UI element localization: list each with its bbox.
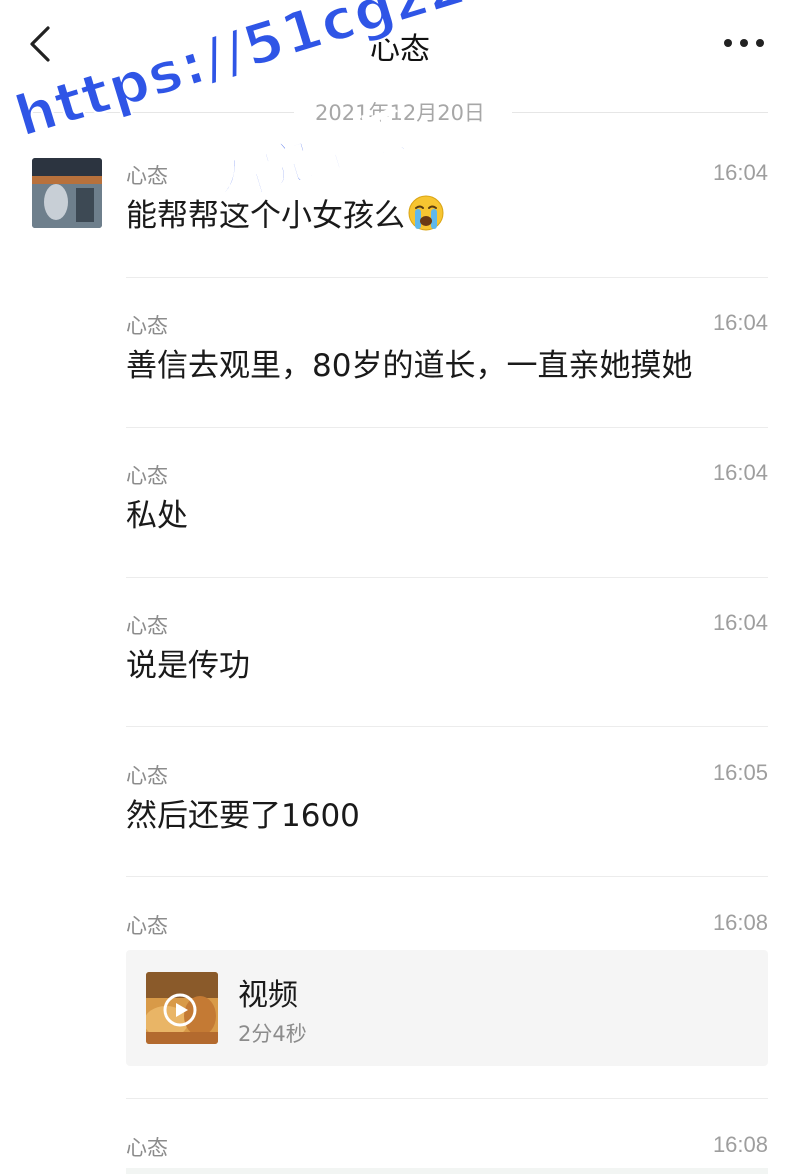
message-separator	[126, 1098, 768, 1099]
more-button[interactable]	[724, 28, 764, 58]
message-time: 16:04	[712, 460, 768, 485]
message-separator	[126, 427, 768, 428]
message-item[interactable]: 心态 16:04 私处	[126, 460, 768, 578]
message-time: 16:04	[712, 310, 768, 335]
message-separator	[126, 277, 768, 278]
message-separator	[126, 577, 768, 578]
video-duration: 2分4秒	[238, 1022, 307, 1046]
message-item[interactable]: 心态 16:04 善信去观里，80岁的道长，一直亲她摸她	[126, 310, 768, 428]
divider-line	[512, 112, 768, 113]
message-time: 16:04	[712, 160, 768, 185]
more-dots-icon	[724, 39, 732, 47]
message-text-content: 能帮帮这个小女孩么	[126, 198, 405, 234]
video-thumbnail	[146, 972, 218, 1044]
video-title: 视频	[238, 978, 298, 1013]
message-separator	[126, 726, 768, 727]
message-bubble-partial	[126, 1168, 768, 1174]
message-time: 16:04	[712, 610, 768, 635]
page-title: 心态	[370, 32, 430, 67]
sender-name: 心态	[126, 914, 168, 938]
video-card[interactable]: 视频 2分4秒	[126, 950, 768, 1066]
avatar[interactable]	[32, 158, 102, 228]
sender-name: 心态	[126, 764, 168, 788]
message-item: 心态 16:08	[126, 910, 768, 940]
message-item[interactable]: 心态 16:05 然后还要了1600	[126, 760, 768, 878]
message-time: 16:08	[712, 910, 768, 935]
message-text: 能帮帮这个小女孩么	[126, 194, 445, 238]
message-separator	[126, 876, 768, 877]
sender-name: 心态	[126, 1136, 168, 1160]
message-text: 说是传功	[126, 648, 250, 684]
sender-name: 心态	[126, 464, 168, 488]
message-text: 私处	[126, 498, 188, 534]
message-item[interactable]: 心态 16:04 说是传功	[126, 610, 768, 728]
more-dots-icon	[740, 39, 748, 47]
more-dots-icon	[756, 39, 764, 47]
crying-face-icon	[408, 195, 444, 231]
message-text: 善信去观里，80岁的道长，一直亲她摸她	[126, 348, 693, 384]
message-text: 然后还要了1600	[126, 798, 360, 834]
message-item[interactable]: 心态 16:04 能帮帮这个小女孩么	[126, 160, 768, 278]
sender-name: 心态	[126, 614, 168, 638]
chat-page: 心态 2021年12月20日 心态 16:04 能帮帮这个小女孩么 心态 16:…	[0, 0, 800, 1174]
date-divider: 2021年12月20日	[32, 96, 768, 130]
message-item[interactable]: 心态 16:08	[126, 1132, 768, 1162]
message-time: 16:05	[712, 760, 768, 785]
top-bar: 心态	[0, 0, 800, 90]
message-time: 16:08	[712, 1132, 768, 1157]
sender-name: 心态	[126, 314, 168, 338]
sender-name: 心态	[126, 164, 168, 188]
